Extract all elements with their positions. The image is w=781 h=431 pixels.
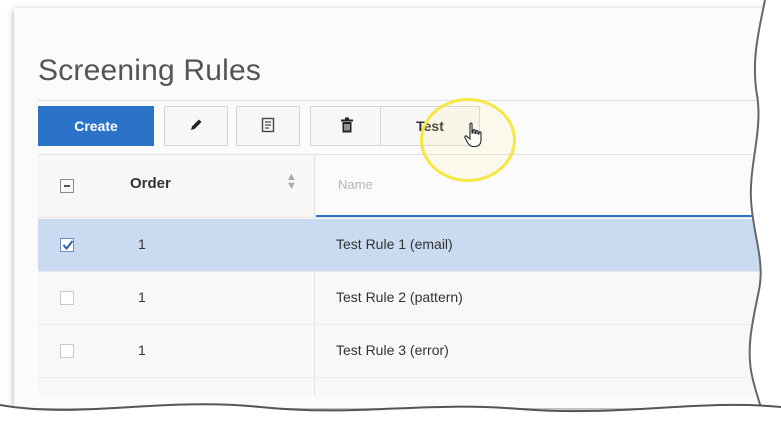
page-title: Screening Rules xyxy=(38,54,262,87)
torn-bottom-edge xyxy=(0,403,781,431)
row-order: 1 xyxy=(138,289,146,305)
create-button[interactable]: Create xyxy=(38,106,154,146)
row-checkbox[interactable] xyxy=(60,291,74,305)
row-name: Test Rule 2 (pattern) xyxy=(336,289,463,305)
table-row[interactable]: 1 Test Rule 1 (email) xyxy=(38,219,781,272)
rules-grid: Order ▲ ▼ Name 1 Test Rule 1 (email) 1 Te… xyxy=(38,154,781,395)
row-name: Test Rule 3 (error) xyxy=(336,342,449,358)
row-order: 1 xyxy=(138,342,146,358)
table-row[interactable]: 1 Test Rule 2 (pattern) xyxy=(38,272,781,325)
app-window: Screening Rules Create Test Order ▲▼ Na xyxy=(14,8,781,408)
delete-button[interactable] xyxy=(310,106,384,146)
select-all-checkbox[interactable] xyxy=(60,179,74,193)
row-name: Test Rule 1 (email) xyxy=(336,236,453,252)
sort-icon[interactable]: ▲ ▼ xyxy=(286,172,297,192)
row-order: 1 xyxy=(138,236,146,252)
table-row[interactable]: 1 Test Rule 3 (error) xyxy=(38,325,781,378)
name-filter-placeholder: Name xyxy=(338,177,373,192)
pencil-icon xyxy=(188,117,204,136)
copy-icon xyxy=(261,117,275,136)
row-checkbox[interactable] xyxy=(60,238,74,252)
name-filter-input[interactable]: Name xyxy=(316,155,781,217)
torn-edge xyxy=(748,0,781,431)
row-checkbox[interactable] xyxy=(60,344,74,358)
hand-cursor-icon xyxy=(463,122,485,153)
edit-button[interactable] xyxy=(164,106,228,146)
copy-button[interactable] xyxy=(236,106,300,146)
order-column-header[interactable]: Order xyxy=(130,175,171,192)
trash-icon xyxy=(340,117,354,136)
title-divider xyxy=(38,100,781,101)
